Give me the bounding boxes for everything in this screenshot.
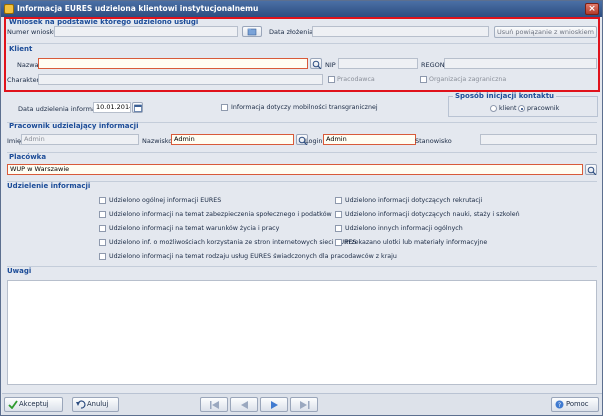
udzielenie-checkbox-8[interactable] (335, 225, 342, 232)
app-icon (4, 4, 14, 14)
nazwisko-field[interactable]: Admin (171, 134, 294, 145)
last-icon (300, 401, 310, 409)
udzielenie-checkbox-7[interactable] (335, 211, 342, 218)
pracownik-group-title: Pracownik udzielający informacji (9, 122, 139, 130)
placowka-group: Placówka WUP w Warszawie (7, 152, 597, 178)
udzielenie-checkbox-3[interactable] (99, 225, 106, 232)
bottom-toolbar: Akceptuj Anuluj ? Pomoc (2, 393, 602, 415)
first-record-button[interactable] (200, 397, 228, 412)
uwagi-group: Uwagi (7, 266, 597, 389)
last-record-button[interactable] (290, 397, 318, 412)
cancel-button[interactable]: Anuluj (72, 397, 119, 412)
data-udzielenia-label: Data udzielenia informacji (18, 105, 104, 113)
uwagi-textarea[interactable] (7, 280, 597, 385)
udzielenie-checkbox-6[interactable] (335, 197, 342, 204)
udzielenie-group: Udzielenie informacji Udzielono ogólnej … (7, 181, 597, 261)
udzielenie-group-title: Udzielenie informacji (7, 182, 91, 190)
stanowisko-field (480, 134, 597, 145)
udzielenie-checkbox-4[interactable] (99, 239, 106, 246)
close-button[interactable]: × (585, 3, 599, 15)
udzielenie-checkbox-9-label: Przekazano ulotki lub materiały informac… (345, 239, 488, 246)
highlight-frame (4, 17, 600, 92)
udzielenie-checkbox-7-label: Udzielono informacji dotyczących nauki, … (345, 211, 520, 218)
calendar-icon (134, 104, 142, 112)
help-label: Pomoc (566, 400, 589, 408)
placowka-group-title: Placówka (9, 153, 47, 161)
nazwisko-label: Nazwisko (142, 137, 173, 145)
imie-label: Imię (7, 137, 22, 145)
first-icon (210, 401, 219, 409)
udzielenie-checkbox-2-label: Udzielono informacji na temat zabezpiecz… (109, 211, 332, 218)
udzielenie-checkbox-6-label: Udzielono informacji dotyczących rekruta… (345, 197, 483, 204)
udzielenie-checkbox-1[interactable] (99, 197, 106, 204)
prev-record-button[interactable] (230, 397, 258, 412)
checkmark-icon (8, 400, 18, 409)
kontakt-group-title: Sposób inicjacji kontaktu (453, 92, 557, 100)
radio-pracownik[interactable] (518, 105, 525, 112)
udzielenie-checkbox-5[interactable] (99, 253, 106, 260)
search-placowka-button[interactable] (585, 164, 597, 175)
radio-klient[interactable] (490, 105, 497, 112)
calendar-button[interactable] (132, 102, 143, 113)
udzielenie-checkbox-4-label: Udzielono inf. o możliwościach korzystan… (109, 239, 357, 246)
help-icon: ? (555, 400, 564, 409)
next-icon (271, 401, 278, 409)
mobilnosc-label: Informacja dotyczy mobilności transgrani… (231, 104, 378, 111)
undo-icon (76, 400, 86, 409)
login-label: Login (305, 137, 323, 145)
imie-field: Admin (21, 134, 139, 145)
next-record-button[interactable] (260, 397, 288, 412)
svg-text:?: ? (558, 402, 561, 409)
mobilnosc-checkbox[interactable] (221, 104, 228, 111)
udzielenie-checkbox-3-label: Udzielono informacji na temat warunków ż… (109, 225, 280, 232)
help-button[interactable]: ? Pomoc (551, 397, 599, 412)
login-field[interactable]: Admin (323, 134, 416, 145)
stanowisko-label: Stanowisko (415, 137, 452, 145)
radio-pracownik-label: pracownik (527, 105, 560, 112)
placowka-field[interactable]: WUP w Warszawie (7, 164, 583, 175)
accept-button[interactable]: Akceptuj (4, 397, 63, 412)
udzielenie-checkbox-1-label: Udzielono ogólnej informacji EURES (109, 197, 222, 204)
window-title: Informacja EURES udzielona klientowi ins… (17, 4, 259, 13)
udzielenie-checkbox-9[interactable] (335, 239, 342, 246)
kontakt-group: Sposób inicjacji kontaktu klient pracown… (448, 92, 598, 117)
cancel-label: Anuluj (87, 400, 109, 408)
search-icon (587, 166, 597, 175)
udzielenie-checkbox-2[interactable] (99, 211, 106, 218)
pracownik-group: Pracownik udzielający informacji Imię Ad… (7, 122, 597, 149)
data-udzielenia-field[interactable]: 10.01.2014 (93, 102, 131, 113)
dialog-window: Informacja EURES udzielona klientowi ins… (0, 0, 603, 416)
udzielenie-checkbox-5-label: Udzielono informacji na temat rodzaju us… (109, 253, 397, 260)
accept-label: Akceptuj (19, 400, 49, 408)
uwagi-group-title: Uwagi (7, 267, 32, 275)
udzielenie-checkbox-8-label: Udzielono innych informacji ogólnych (345, 225, 463, 232)
radio-klient-label: klient (499, 105, 517, 112)
title-bar[interactable]: Informacja EURES udzielona klientowi ins… (1, 1, 602, 17)
prev-icon (241, 401, 248, 409)
